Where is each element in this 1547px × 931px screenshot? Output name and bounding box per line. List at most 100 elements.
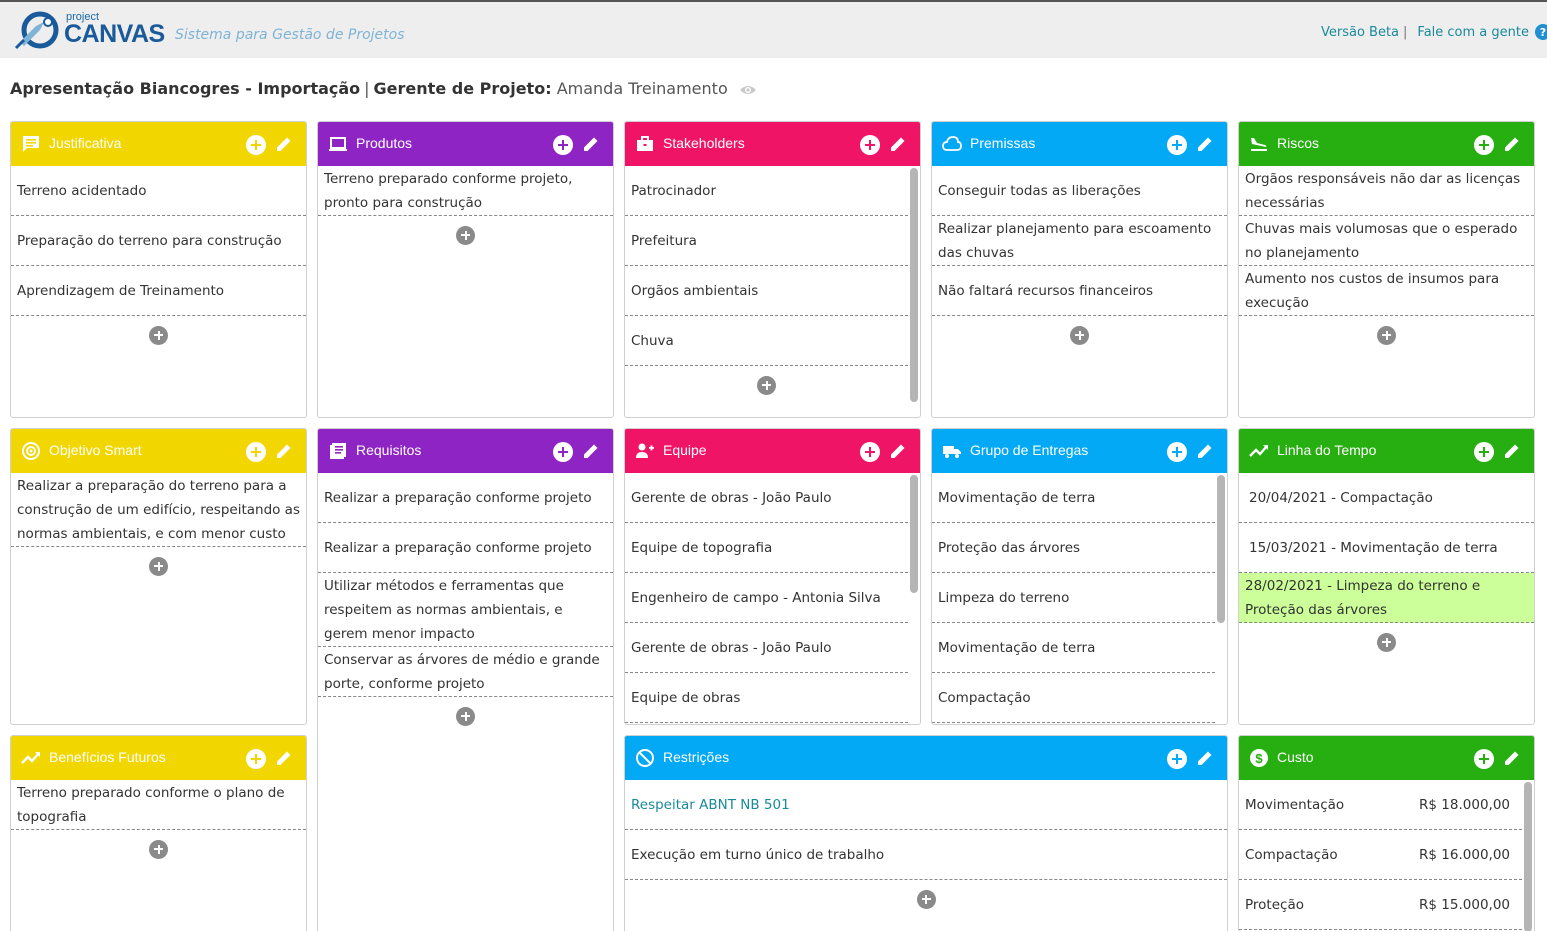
add-item-gray-icon[interactable]	[456, 225, 475, 245]
card-title: Objetivo Smart	[49, 442, 142, 458]
list-item[interactable]: Limpeza do terreno	[932, 573, 1215, 623]
list-item[interactable]: Movimentação de terra	[932, 473, 1215, 523]
add-item-icon[interactable]	[1474, 749, 1494, 769]
scrollbar[interactable]	[910, 168, 918, 402]
pencil-icon[interactable]	[1502, 441, 1522, 461]
add-item-icon[interactable]	[1167, 442, 1187, 462]
list-item[interactable]: Conseguir todas as liberações	[932, 166, 1227, 216]
add-item-icon[interactable]	[1167, 135, 1187, 155]
list-item[interactable]: Chuva	[625, 316, 908, 366]
target-icon	[22, 442, 40, 460]
list-item[interactable]: 20/04/2021 - Compactação	[1239, 473, 1534, 523]
list-item[interactable]: Não faltará recursos financeiros	[932, 266, 1227, 316]
pencil-icon[interactable]	[274, 134, 294, 154]
contact-link[interactable]: Fale com a gente	[1417, 25, 1529, 40]
pencil-icon[interactable]	[1195, 748, 1215, 768]
list-item[interactable]: Movimentação de terra	[932, 623, 1215, 673]
list-item[interactable]: Realizar a preparação do terreno para a …	[11, 473, 306, 547]
pencil-icon[interactable]	[1195, 441, 1215, 461]
version-beta-link[interactable]: Versão Beta	[1321, 25, 1399, 40]
add-item-gray-icon[interactable]	[149, 556, 168, 576]
cost-row[interactable]: Proteção R$ 15.000,00	[1239, 880, 1522, 930]
list-item[interactable]: Orgãos responsáveis não dar as licenças …	[1239, 166, 1534, 216]
card-title: Riscos	[1277, 135, 1320, 151]
cost-row[interactable]: Compactação R$ 16.000,00	[1239, 830, 1522, 880]
add-item-icon[interactable]	[860, 442, 880, 462]
scrollbar[interactable]	[1524, 782, 1532, 931]
list-item[interactable]: Aprendizagem de Treinamento	[11, 266, 306, 316]
add-item-icon[interactable]	[860, 135, 880, 155]
plane-landing-icon	[1251, 138, 1267, 151]
card-title: Stakeholders	[663, 135, 745, 151]
rocket-logo-icon	[14, 11, 59, 50]
add-item-icon[interactable]	[246, 749, 266, 769]
add-item-icon[interactable]	[1474, 135, 1494, 155]
card-title: Produtos	[356, 135, 413, 151]
scrollbar[interactable]	[1217, 475, 1225, 623]
list-item[interactable]: Gerente de obras - João Paulo	[625, 473, 908, 523]
card-header: Objetivo Smart	[11, 429, 306, 473]
list-item[interactable]: Equipe de obras	[625, 673, 908, 723]
list-item[interactable]: Equipe de topografia	[625, 523, 908, 573]
list-item[interactable]: Realizar a preparação conforme projeto	[318, 473, 613, 523]
list-item[interactable]: Execução em turno único de trabalho	[625, 830, 1227, 880]
pencil-icon[interactable]	[1502, 748, 1522, 768]
list-item[interactable]: Utilizar métodos e ferramentas que respe…	[318, 573, 613, 647]
list-item[interactable]: Conservar as árvores de médio e grande p…	[318, 647, 613, 697]
pencil-icon[interactable]	[888, 441, 908, 461]
list-item[interactable]: Proteção das árvores	[932, 523, 1215, 573]
pencil-icon[interactable]	[1195, 134, 1215, 154]
list-item[interactable]: Terreno preparado conforme projeto, pron…	[318, 166, 613, 216]
list-item[interactable]: Respeitar ABNT NB 501	[625, 780, 1227, 830]
pencil-icon[interactable]	[1502, 134, 1522, 154]
list-item[interactable]: Realizar a preparação conforme projeto	[318, 523, 613, 573]
eye-icon[interactable]	[739, 84, 757, 96]
add-item-gray-icon[interactable]	[149, 325, 168, 345]
card-header: Riscos	[1239, 122, 1534, 166]
list-item[interactable]: Prefeitura	[625, 216, 908, 266]
list-item[interactable]: Compactação	[932, 673, 1215, 723]
add-item-gray-icon[interactable]	[916, 889, 936, 909]
cost-row[interactable]: Movimentação R$ 18.000,00	[1239, 780, 1522, 830]
cost-value: R$ 15.000,00	[1419, 896, 1510, 913]
scrollbar[interactable]	[910, 475, 918, 593]
list-item[interactable]: Patrocinador	[625, 166, 908, 216]
card-header: Benefícios Futuros	[11, 736, 306, 780]
add-item-icon[interactable]	[246, 135, 266, 155]
add-item-gray-icon[interactable]	[456, 706, 475, 726]
pencil-icon[interactable]	[888, 134, 908, 154]
pencil-icon[interactable]	[581, 441, 601, 461]
list-item[interactable]: Preparação do terreno para construção	[11, 216, 306, 266]
list-item[interactable]: Chuvas mais volumosas que o esperado no …	[1239, 216, 1534, 266]
list-item[interactable]: Aumento nos custos de insumos para execu…	[1239, 266, 1534, 316]
pencil-icon[interactable]	[274, 748, 294, 768]
help-icon[interactable]: ?	[1535, 24, 1547, 40]
list-item[interactable]: Engenheiro de campo - Antonia Silva	[625, 573, 908, 623]
add-item-icon[interactable]	[1474, 442, 1494, 462]
list-item[interactable]: Realizar planejamento para escoamento da…	[932, 216, 1227, 266]
add-item-gray-icon[interactable]	[757, 375, 776, 395]
add-item-icon[interactable]	[246, 442, 266, 462]
pencil-icon[interactable]	[581, 134, 601, 154]
add-item-icon[interactable]	[553, 442, 573, 462]
cost-value: R$ 18.000,00	[1419, 796, 1510, 813]
laptop-icon	[329, 137, 347, 151]
list-item[interactable]: Terreno acidentado	[11, 166, 306, 216]
block-icon	[636, 749, 654, 767]
add-item-icon[interactable]	[553, 135, 573, 155]
tagline: Sistema para Gestão de Projetos	[175, 27, 405, 43]
card-title: Linha do Tempo	[1277, 442, 1377, 458]
list-item-highlighted[interactable]: 28/02/2021 - Limpeza do terreno e Proteç…	[1239, 573, 1534, 623]
list-item[interactable]: Orgãos ambientais	[625, 266, 908, 316]
add-item-gray-icon[interactable]	[149, 839, 168, 859]
add-item-gray-icon[interactable]	[1070, 325, 1089, 345]
list-item[interactable]: 15/03/2021 - Movimentação de terra	[1239, 523, 1534, 573]
cost-label: Proteção	[1245, 896, 1304, 913]
add-item-gray-icon[interactable]	[1377, 632, 1396, 652]
card-header: Premissas	[932, 122, 1227, 166]
add-item-icon[interactable]	[1167, 749, 1187, 769]
pencil-icon[interactable]	[274, 441, 294, 461]
list-item[interactable]: Terreno preparado conforme o plano de to…	[11, 780, 306, 830]
add-item-gray-icon[interactable]	[1377, 325, 1396, 345]
list-item[interactable]: Gerente de obras - João Paulo	[625, 623, 908, 673]
